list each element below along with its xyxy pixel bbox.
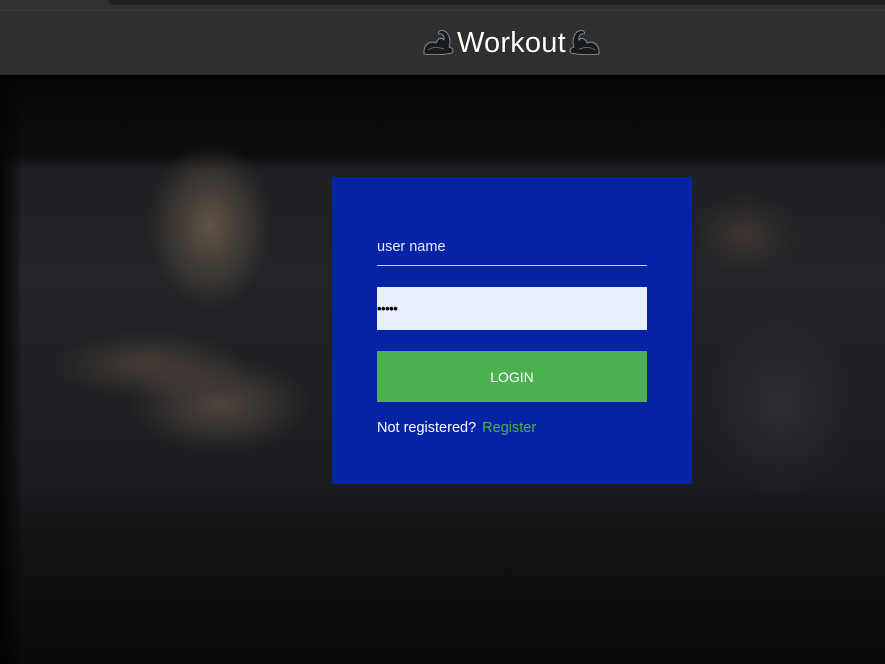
register-prompt: Not registered? Register	[377, 420, 536, 436]
password-input[interactable]	[377, 287, 647, 330]
app-title: Workout	[457, 26, 566, 59]
register-link[interactable]: Register	[482, 420, 536, 436]
photo-floor	[0, 495, 885, 664]
flexed-biceps-left-icon	[422, 28, 456, 58]
browser-tab-edge	[108, 0, 885, 5]
brand[interactable]: Workout	[422, 21, 601, 65]
not-registered-text: Not registered?	[377, 420, 477, 436]
username-input[interactable]	[377, 229, 647, 266]
browser-chrome-strip	[0, 0, 885, 10]
flexed-biceps-right-icon	[567, 28, 601, 58]
login-card: ••••• LOGIN Not registered? Register	[332, 177, 692, 484]
login-button[interactable]: LOGIN	[377, 351, 647, 402]
app-header: Workout	[0, 10, 885, 75]
